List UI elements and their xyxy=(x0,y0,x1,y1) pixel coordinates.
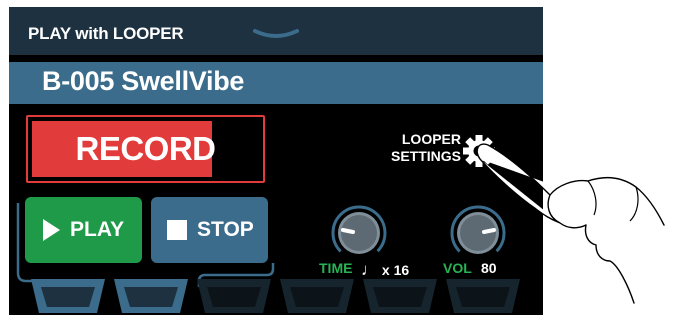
vol-label: VOL xyxy=(443,260,472,276)
play-label: PLAY xyxy=(70,218,125,241)
stop-icon xyxy=(167,220,187,240)
chevron-down-icon[interactable] xyxy=(253,29,299,41)
stop-label: STOP xyxy=(197,218,254,241)
looper-settings-line1: LOOPER xyxy=(401,131,461,147)
footswitch-5[interactable] xyxy=(363,279,437,313)
footswitch-row xyxy=(31,279,520,313)
top-bar: PLAY with LOOPER xyxy=(9,7,543,55)
footswitch-4[interactable] xyxy=(280,279,354,313)
footswitch-2[interactable] xyxy=(114,279,188,313)
time-label: TIME xyxy=(319,260,353,276)
patch-bar[interactable]: B-005 SwellVibe xyxy=(9,62,543,104)
time-knob[interactable] xyxy=(329,203,389,263)
play-button[interactable]: PLAY xyxy=(25,197,142,263)
record-label: RECORD xyxy=(75,130,216,167)
footswitch-3[interactable] xyxy=(197,279,271,313)
looper-settings-line2: SETTINGS xyxy=(390,148,461,164)
pointing-hand-illustration xyxy=(476,143,665,304)
looper-settings-label[interactable]: LOOPER SETTINGS xyxy=(381,131,461,165)
mode-title: PLAY with LOOPER xyxy=(28,24,184,43)
patch-name: B-005 SwellVibe xyxy=(42,66,245,96)
play-icon xyxy=(43,219,60,241)
time-multiplier: x 16 xyxy=(381,262,410,278)
stop-button[interactable]: STOP xyxy=(151,197,268,263)
record-button[interactable]: RECORD xyxy=(26,115,265,183)
device-screen: PLAY with LOOPER B-005 SwellVibe RECORD … xyxy=(9,7,543,315)
footswitch-1[interactable] xyxy=(31,279,105,313)
